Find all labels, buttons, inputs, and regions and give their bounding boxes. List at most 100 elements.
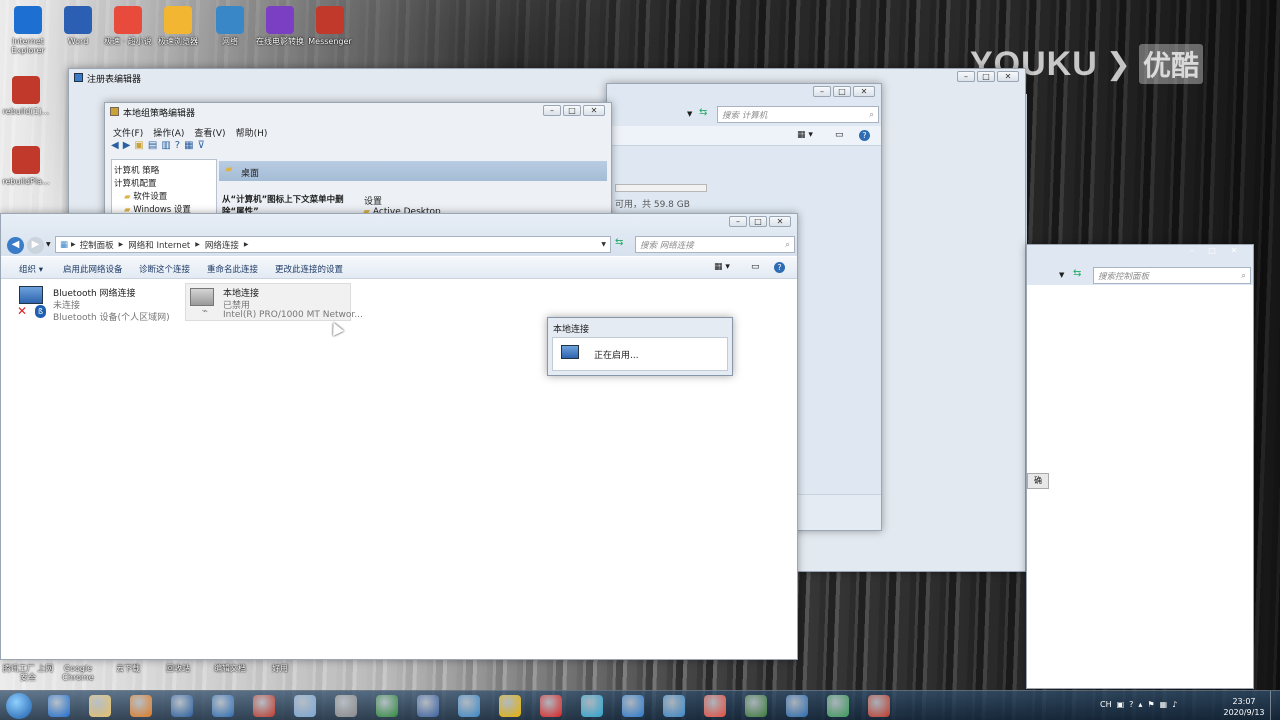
- taskbar-app-icon[interactable]: [581, 695, 603, 717]
- desktop-icon[interactable]: 极速 · 超小说: [102, 6, 154, 46]
- maximize-button[interactable]: □: [977, 71, 995, 82]
- toolbar-button[interactable]: 重命名此连接: [207, 263, 258, 275]
- taskbar-app-icon[interactable]: [171, 695, 193, 717]
- desktop-icon[interactable]: rebuild(1)...: [0, 76, 52, 116]
- close-button[interactable]: ✕: [583, 105, 605, 116]
- address-bar[interactable]: ▦ ▶ 控制面板 ▶ 网络和 Internet ▶ 网络连接 ▶ ▼: [55, 236, 611, 253]
- connection-item-local[interactable]: ⌁ 本地连接 已禁用 Intel(R) PRO/1000 MT Networ..…: [185, 283, 363, 321]
- breadcrumb-network-connections[interactable]: 网络连接: [205, 239, 239, 251]
- language-indicator[interactable]: CH: [1100, 700, 1112, 709]
- desktop-icon[interactable]: Messenger: [304, 6, 356, 46]
- desktop-icon[interactable]: Word: [52, 6, 104, 46]
- taskbar-app-icon[interactable]: [294, 695, 316, 717]
- taskbar-app-icon[interactable]: [335, 695, 357, 717]
- close-button[interactable]: ✕: [997, 71, 1019, 82]
- maximize-button[interactable]: □: [563, 105, 581, 116]
- start-button[interactable]: [6, 693, 32, 719]
- computer-search-input[interactable]: 搜索 计算机 ⌕: [717, 106, 879, 123]
- control-panel-window[interactable]: – □ ✕ ▼ ⇆ 搜索控制面板 ⌕ 确: [1026, 244, 1254, 689]
- close-button[interactable]: ✕: [853, 86, 875, 97]
- taskbar-app-icon[interactable]: [417, 695, 439, 717]
- taskbar-app-icon[interactable]: [458, 695, 480, 717]
- desktop-icon-label[interactable]: 腾讯工厂 上网安全: [2, 664, 54, 682]
- volume-icon[interactable]: ♪: [1172, 700, 1177, 709]
- computer-refresh-icon[interactable]: ⇆: [699, 107, 707, 118]
- taskbar-app-icon[interactable]: [376, 695, 398, 717]
- desktop-icon[interactable]: 极速浏览器: [152, 6, 204, 46]
- back-arrow-icon[interactable]: ◀: [111, 140, 119, 151]
- connection-item-bluetooth[interactable]: ✕ ß Bluetooth 网络连接 未连接 Bluetooth 设备(个人区域…: [15, 284, 183, 324]
- show-hide-tree-icon[interactable]: ▤: [148, 140, 157, 151]
- help-icon[interactable]: ?: [175, 140, 180, 151]
- desktop-icon[interactable]: 在线电影转换: [254, 6, 306, 46]
- maximize-button[interactable]: □: [833, 86, 851, 97]
- tree-item[interactable]: ▰ 软件设置: [124, 190, 167, 202]
- close-button[interactable]: ✕: [769, 216, 791, 227]
- taskbar-app-icon[interactable]: [786, 695, 808, 717]
- history-dropdown-icon[interactable]: ▼: [46, 241, 51, 248]
- tree-item[interactable]: 计算机配置: [114, 177, 157, 189]
- help-icon[interactable]: ?: [774, 262, 785, 273]
- show-hidden-icons[interactable]: ▴: [1138, 700, 1142, 709]
- taskbar-app-icon[interactable]: [663, 695, 685, 717]
- tree-item[interactable]: 计算机 策略: [114, 164, 159, 176]
- desktop-icon-label[interactable]: 编辑文档: [204, 664, 256, 673]
- menu-item[interactable]: 文件(F): [113, 126, 143, 139]
- flag-icon[interactable]: ⚑: [1147, 700, 1154, 709]
- toolbar-button[interactable]: 更改此连接的设置: [275, 263, 343, 275]
- refresh-icon[interactable]: ⇆: [615, 237, 623, 248]
- taskbar-app-icon[interactable]: [827, 695, 849, 717]
- forward-arrow-icon[interactable]: ▶: [123, 140, 131, 151]
- taskbar-app-icon[interactable]: [130, 695, 152, 717]
- cp-dropdown-icon[interactable]: ▼: [1059, 271, 1064, 279]
- menu-item[interactable]: 帮助(H): [236, 126, 268, 139]
- taskbar-app-icon[interactable]: [704, 695, 726, 717]
- preview-pane-icon[interactable]: ▭: [835, 130, 844, 140]
- show-desktop-button[interactable]: [1270, 691, 1280, 720]
- minimize-button[interactable]: –: [729, 216, 747, 227]
- desktop-icon[interactable]: rebuildPla...: [0, 146, 52, 186]
- toolbar-button[interactable]: 诊断这个连接: [139, 263, 190, 275]
- breadcrumb-control-panel[interactable]: 控制面板: [80, 239, 114, 251]
- breadcrumb-network-internet[interactable]: 网络和 Internet: [128, 239, 190, 251]
- filter-icon[interactable]: ⊽: [198, 140, 205, 151]
- view-options-icon[interactable]: ▦ ▾: [714, 262, 730, 272]
- maximize-button[interactable]: □: [749, 216, 767, 227]
- taskbar-app-icon[interactable]: [499, 695, 521, 717]
- cp-refresh-icon[interactable]: ⇆: [1073, 268, 1081, 279]
- network-tray-icon[interactable]: ▦: [1160, 700, 1168, 709]
- help-icon[interactable]: ?: [1129, 700, 1133, 709]
- cp-search-input[interactable]: 搜索控制面板 ⌕: [1093, 267, 1251, 284]
- clock[interactable]: 23:07 2020/9/13: [1222, 696, 1266, 718]
- taskbar-app-icon[interactable]: [212, 695, 234, 717]
- cp-confirm-button[interactable]: 确: [1027, 473, 1049, 489]
- desktop-icon-label[interactable]: Google Chrome: [52, 664, 104, 682]
- taskbar-app-icon[interactable]: [622, 695, 644, 717]
- desktop-icon[interactable]: 网络: [204, 6, 256, 46]
- taskbar-app-icon[interactable]: [48, 695, 70, 717]
- maximize-button[interactable]: □: [1203, 246, 1221, 257]
- taskbar-app-icon[interactable]: [868, 695, 890, 717]
- menu-item[interactable]: 查看(V): [194, 126, 225, 139]
- close-button[interactable]: ✕: [1223, 246, 1245, 257]
- export-icon[interactable]: ▥: [161, 140, 170, 151]
- properties-icon[interactable]: ▦: [184, 140, 193, 151]
- minimize-button[interactable]: –: [1183, 246, 1201, 257]
- desktop-icon-label[interactable]: 回收站: [152, 664, 204, 673]
- computer-dropdown-icon[interactable]: ▼: [687, 110, 692, 118]
- taskbar-app-icon[interactable]: [745, 695, 767, 717]
- taskbar-app-icon[interactable]: [253, 695, 275, 717]
- desktop-icon-label[interactable]: 好用: [254, 664, 306, 673]
- forward-button[interactable]: ▶: [27, 237, 44, 254]
- address-dropdown-icon[interactable]: ▼: [601, 241, 606, 248]
- toolbar-button[interactable]: 组织 ▾: [19, 263, 43, 275]
- menu-item[interactable]: 操作(A): [153, 126, 184, 139]
- minimize-button[interactable]: –: [813, 86, 831, 97]
- minimize-button[interactable]: –: [957, 71, 975, 82]
- help-icon[interactable]: ?: [859, 130, 870, 141]
- minimize-button[interactable]: –: [543, 105, 561, 116]
- taskbar-app-icon[interactable]: [540, 695, 562, 717]
- up-folder-icon[interactable]: ▣: [134, 140, 143, 151]
- view-options-icon[interactable]: ▦ ▾: [797, 130, 813, 140]
- network-search-input[interactable]: 搜索 网络连接 ⌕: [635, 236, 795, 253]
